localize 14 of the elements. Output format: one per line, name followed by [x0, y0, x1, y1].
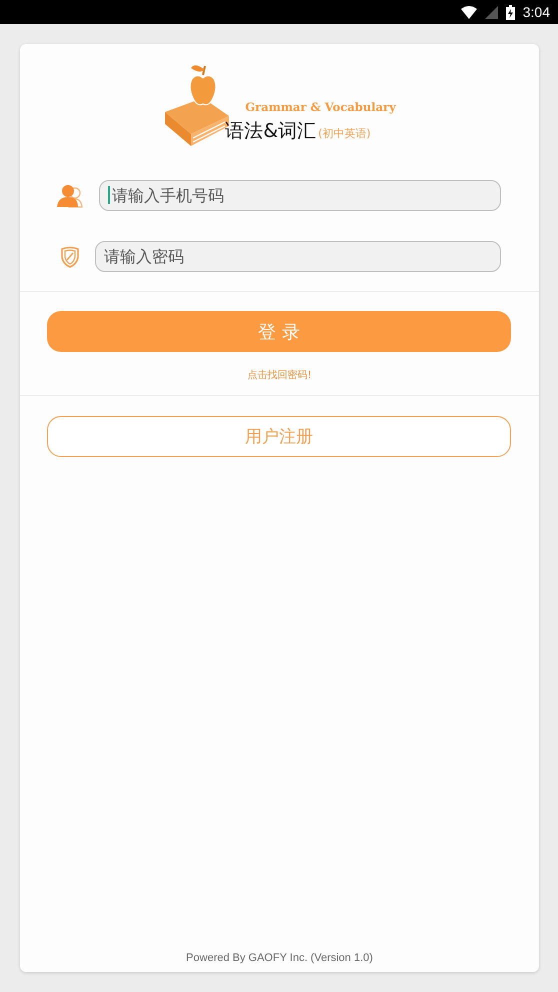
input-field[interactable]: 请输入手机号码	[99, 180, 501, 211]
logo-tag: (初中英语)	[318, 126, 371, 141]
footer-text: Powered By GAOFY Inc. (Version 1.0)	[186, 952, 373, 964]
input-field[interactable]: 请输入密码	[95, 241, 501, 272]
battery-icon	[506, 4, 515, 20]
logo-subtitle: Grammar & Vocabulary	[245, 100, 396, 114]
signal-icon	[484, 6, 498, 18]
forgot-password-link[interactable]: 点击找回密码!	[247, 368, 312, 382]
wifi-icon	[460, 6, 477, 18]
text-cursor	[108, 186, 110, 204]
login-button[interactable]: 登 录	[47, 311, 511, 352]
status-time: 3:04	[522, 4, 550, 20]
logo-title: 语法&词汇	[225, 119, 316, 144]
register-button[interactable]: 用户注册	[47, 416, 511, 457]
